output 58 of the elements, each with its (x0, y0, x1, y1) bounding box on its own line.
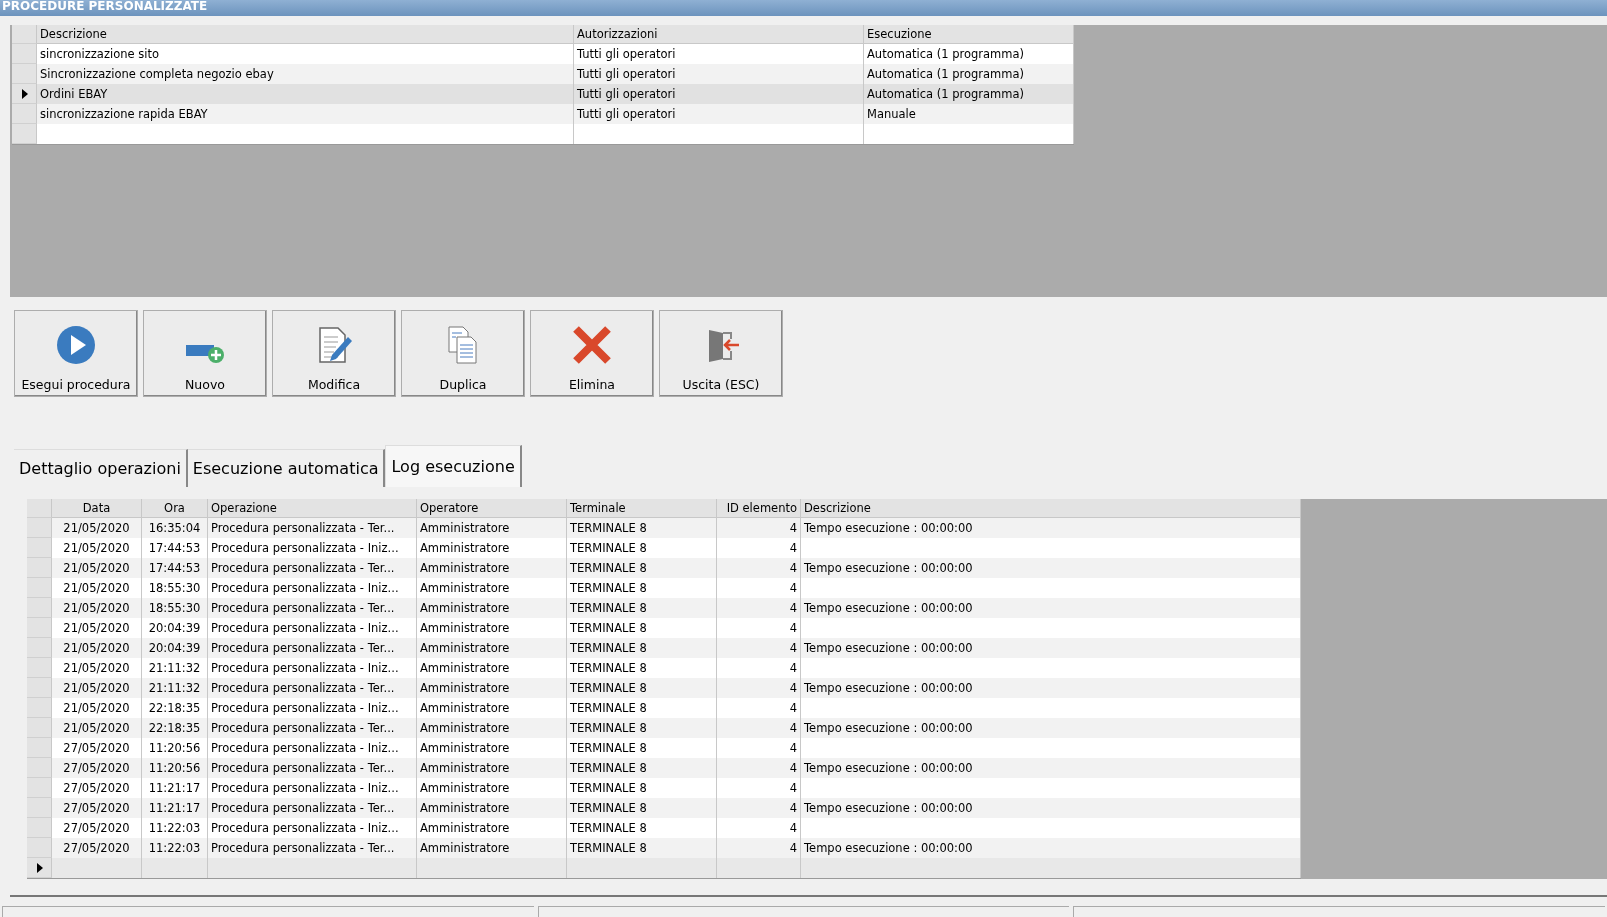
row-header-cell[interactable] (27, 798, 52, 818)
delete-icon (572, 325, 612, 365)
row-header-cell[interactable] (27, 518, 52, 538)
row-header-cell[interactable] (27, 818, 52, 838)
current-row-icon (37, 863, 43, 873)
row-header-cell[interactable] (27, 598, 52, 618)
table-row[interactable]: 21/05/2020 22:18:35 Procedura personalizzata - Ter... Amministratore TERMINALE 8 4 Tempo esecuzione : 00:00:00 (27, 718, 1301, 738)
table-row[interactable]: 21/05/2020 17:44:53 Procedura personalizzata - Iniz... Amministratore TERMINALE 8 4 (27, 538, 1301, 558)
play-icon (56, 325, 96, 365)
table-row[interactable]: 27/05/2020 11:21:17 Procedura personalizzata - Ter... Amministratore TERMINALE 8 4 Tempo esecuzione : 00:00:00 (27, 798, 1301, 818)
table-row[interactable]: 21/05/2020 21:11:32 Procedura personalizzata - Iniz... Amministratore TERMINALE 8 4 (27, 658, 1301, 678)
row-header-cell[interactable] (12, 84, 37, 104)
row-header-cell[interactable] (12, 44, 37, 64)
row-header-cell[interactable] (12, 64, 37, 84)
table-row[interactable]: 27/05/2020 11:22:03 Procedura personalizzata - Ter... Amministratore TERMINALE 8 4 Tempo esecuzione : 00:00:00 (27, 838, 1301, 858)
toolbar-button[interactable]: Nuovo (143, 310, 267, 397)
table-row[interactable]: 21/05/2020 16:35:04 Procedura personalizzata - Ter... Amministratore TERMINALE 8 4 Tempo esecuzione : 00:00:00 (27, 518, 1301, 538)
row-header-cell[interactable] (27, 758, 52, 778)
row-header-cell[interactable] (27, 838, 52, 858)
toolbar-button[interactable]: Elimina (530, 310, 654, 397)
row-header-cell[interactable] (27, 558, 52, 578)
row-header-cell[interactable] (27, 778, 52, 798)
tab[interactable]: Dettaglio operazioni (14, 449, 188, 487)
toolbar-button[interactable]: Esegui procedura (14, 310, 138, 397)
table-row[interactable]: Sincronizzazione completa negozio ebay Tutti gli operatori Automatica (1 programma) (12, 64, 1074, 84)
toolbar-button[interactable]: Modifica (272, 310, 396, 397)
row-header-cell[interactable] (12, 124, 37, 144)
table-row[interactable]: 21/05/2020 17:44:53 Procedura personalizzata - Ter... Amministratore TERMINALE 8 4 Tempo esecuzione : 00:00:00 (27, 558, 1301, 578)
table-row[interactable]: Ordini EBAY Tutti gli operatori Automatica (1 programma) (12, 84, 1074, 104)
table-row[interactable]: 21/05/2020 18:55:30 Procedura personalizzata - Ter... Amministratore TERMINALE 8 4 Tempo esecuzione : 00:00:00 (27, 598, 1301, 618)
table-row[interactable]: 27/05/2020 11:20:56 Procedura personalizzata - Ter... Amministratore TERMINALE 8 4 Tempo esecuzione : 00:00:00 (27, 758, 1301, 778)
empty-table-row[interactable] (12, 124, 1074, 144)
row-header-cell[interactable] (27, 618, 52, 638)
table-row[interactable]: 21/05/2020 20:04:39 Procedura personalizzata - Iniz... Amministratore TERMINALE 8 4 (27, 618, 1301, 638)
row-header-cell[interactable] (27, 858, 52, 878)
row-header-cell[interactable] (27, 538, 52, 558)
table-row[interactable]: 21/05/2020 21:11:32 Procedura personalizzata - Ter... Amministratore TERMINALE 8 4 Tempo esecuzione : 00:00:00 (27, 678, 1301, 698)
row-header-cell[interactable] (27, 718, 52, 738)
toolbar-button[interactable]: Uscita (ESC) (659, 310, 783, 397)
table-row[interactable]: sincronizzazione rapida EBAY Tutti gli operatori Manuale (12, 104, 1074, 124)
toolbar-button[interactable]: Duplica (401, 310, 525, 397)
row-header-cell[interactable] (27, 738, 52, 758)
row-header-cell[interactable] (27, 578, 52, 598)
tab[interactable]: Esecuzione automatica (187, 449, 386, 487)
row-header-cell[interactable] (27, 698, 52, 718)
row-header-cell[interactable] (27, 678, 52, 698)
row-header-cell[interactable] (27, 658, 52, 678)
row-header-cell[interactable] (12, 104, 37, 124)
table-row[interactable]: 21/05/2020 20:04:39 Procedura personalizzata - Ter... Amministratore TERMINALE 8 4 Tempo esecuzione : 00:00:00 (27, 638, 1301, 658)
tab[interactable]: Log esecuzione (385, 445, 522, 487)
table-row[interactable]: 27/05/2020 11:20:56 Procedura personalizzata - Iniz... Amministratore TERMINALE 8 4 (27, 738, 1301, 758)
table-row[interactable]: sincronizzazione sito Tutti gli operatori Automatica (1 programma) (12, 44, 1074, 64)
table-row[interactable]: 21/05/2020 22:18:35 Procedura personalizzata - Iniz... Amministratore TERMINALE 8 4 (27, 698, 1301, 718)
row-header-cell[interactable] (27, 638, 52, 658)
table-row[interactable]: 21/05/2020 18:55:30 Procedura personalizzata - Iniz... Amministratore TERMINALE 8 4 (27, 578, 1301, 598)
window-title: PROCEDURE PERSONALIZZATE (2, 0, 208, 13)
table-row[interactable]: 27/05/2020 11:21:17 Procedura personalizzata - Iniz... Amministratore TERMINALE 8 4 (27, 778, 1301, 798)
table-row[interactable]: 27/05/2020 11:22:03 Procedura personalizzata - Iniz... Amministratore TERMINALE 8 4 (27, 818, 1301, 838)
